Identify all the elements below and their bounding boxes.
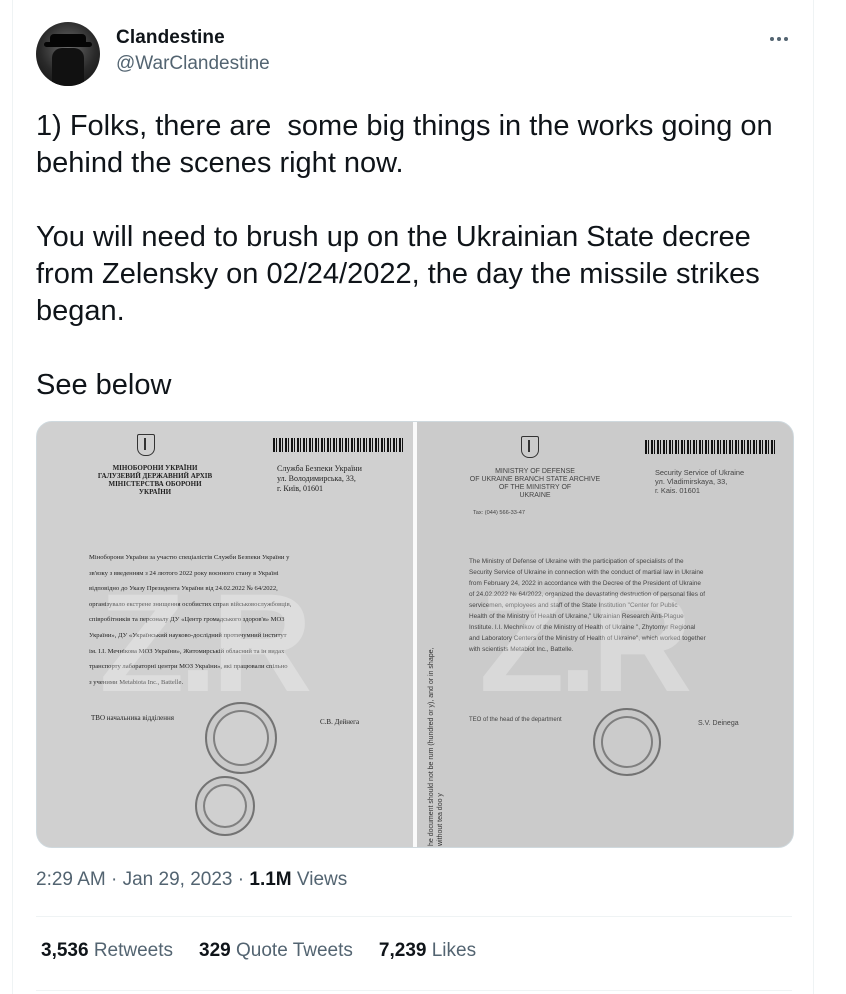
doc-signature: S.V. Deinega (698, 720, 739, 727)
views-label: Views (296, 869, 348, 890)
document-original: МІНОБОРОНИ УКРАЇНИ ГАЛУЗЕВИЙ ДЕРЖАВНИЙ А… (37, 422, 413, 847)
official-stamp-icon (195, 776, 255, 836)
document-translation: MINISTRY OF DEFENSE OF UKRAINE BRANCH ST… (417, 422, 793, 847)
trident-emblem-icon (137, 434, 155, 456)
trident-emblem-icon (521, 436, 539, 458)
doc-phone: Tax: (044) 566-33-47 (473, 510, 525, 516)
quote-tweets-label: Quote Tweets (236, 940, 353, 961)
barcode-icon (273, 438, 403, 452)
tweet-text: 1) Folks, there are some big things in t… (36, 110, 773, 401)
retweets-label: Retweets (93, 940, 174, 961)
tweet-time[interactable]: 2:29 AM (36, 869, 106, 890)
separator-dot: · (111, 869, 123, 890)
retweets-count: 3,536 (41, 940, 89, 961)
more-options-icon[interactable] (766, 26, 792, 52)
retweets-stat[interactable]: 3,536 Retweets (41, 940, 173, 962)
user-handle[interactable]: @WarClandestine (116, 53, 270, 75)
tweet-timestamp[interactable]: 2:29 AM · Jan 29, 2023 · 1.1M Views (36, 869, 347, 891)
doc-addressee: Служба Безпеки України ул. Володимирська… (277, 464, 362, 493)
doc-addressee: Security Service of Ukraine ул. Vladimir… (655, 468, 745, 495)
separator-dot: · (237, 869, 250, 890)
engagement-stats: 3,536 Retweets 329 Quote Tweets 7,239 Li… (41, 940, 476, 962)
doc-side-note: he document should not be rum (hundred o… (428, 647, 444, 846)
doc-header: МІНОБОРОНИ УКРАЇНИ ГАЛУЗЕВИЙ ДЕРЖАВНИЙ А… (97, 464, 213, 496)
avatar-hat-brim (44, 42, 92, 47)
barcode-icon (645, 440, 775, 454)
views-count: 1.1M (249, 869, 292, 890)
avatar[interactable] (36, 22, 100, 86)
tweet-media-image[interactable]: МІНОБОРОНИ УКРАЇНИ ГАЛУЗЕВИЙ ДЕРЖАВНИЙ А… (36, 421, 794, 848)
divider (36, 916, 792, 917)
doc-header: MINISTRY OF DEFENSE OF UKRAINE BRANCH ST… (469, 468, 601, 499)
display-name[interactable]: Clandestine (116, 27, 225, 49)
likes-label: Likes (431, 940, 477, 961)
doc-signature: С.В. Дейнега (320, 718, 360, 726)
watermark: Z.R (479, 564, 693, 721)
tweet-date[interactable]: Jan 29, 2023 (123, 869, 233, 890)
divider (36, 990, 792, 991)
quote-tweets-count: 329 (199, 940, 231, 961)
watermark: Z.R (99, 564, 313, 721)
avatar-figure (52, 48, 84, 86)
likes-stat[interactable]: 7,239 Likes (379, 940, 476, 962)
likes-count: 7,239 (378, 940, 427, 961)
quote-tweets-stat[interactable]: 329 Quote Tweets (199, 940, 353, 962)
